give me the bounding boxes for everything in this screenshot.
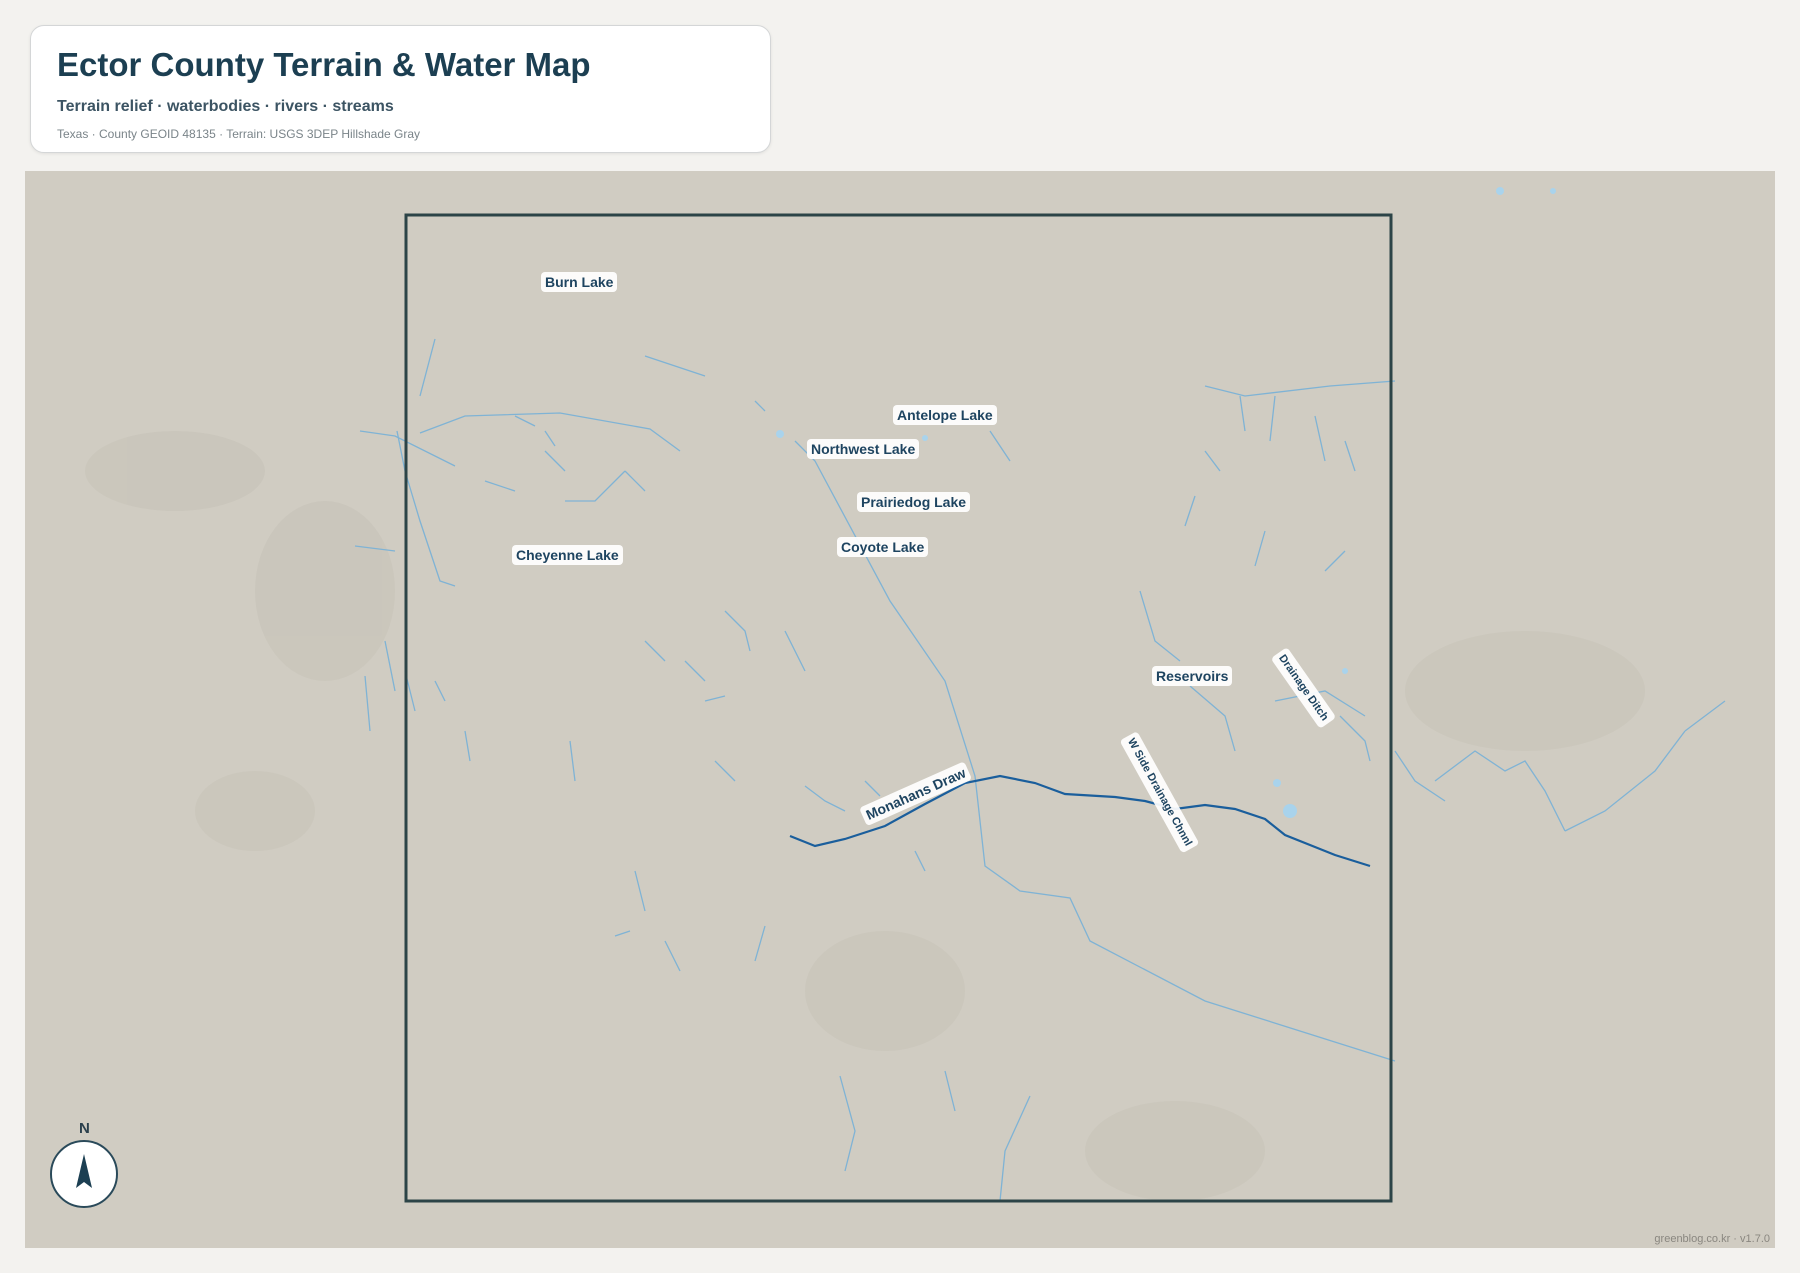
map-source: Texas · County GEOID 48135 · Terrain: US… <box>57 127 421 141</box>
label-prairiedog-lake: Prairiedog Lake <box>857 492 971 512</box>
label-antelope-lake: Antelope Lake <box>893 405 997 425</box>
label-coyote-lake: Coyote Lake <box>837 537 929 557</box>
county-boundary <box>404 213 1393 1203</box>
map-title: Ector County Terrain & Water Map <box>57 46 591 83</box>
north-arrow-glyph <box>76 1154 92 1188</box>
streams <box>354 338 1726 1202</box>
label-northwest-lake: Northwest Lake <box>807 439 920 459</box>
map-canvas[interactable]: Burn Lake Antelope Lake Northwest Lake P… <box>25 171 1775 1248</box>
title-card: Ector County Terrain & Water Map Terrain… <box>30 25 771 153</box>
terrain-map <box>85 187 1726 1203</box>
label-reservoirs: Reservoirs <box>1152 666 1233 686</box>
north-arrow-icon <box>50 1140 118 1208</box>
map-subtitle: Terrain relief · waterbodies · rivers · … <box>57 98 394 115</box>
credit-text: greenblog.co.kr · v1.7.0 <box>1654 1233 1770 1245</box>
label-cheyenne-lake: Cheyenne Lake <box>512 545 623 565</box>
label-burn-lake: Burn Lake <box>541 272 618 292</box>
compass-north-letter: N <box>79 1120 90 1137</box>
